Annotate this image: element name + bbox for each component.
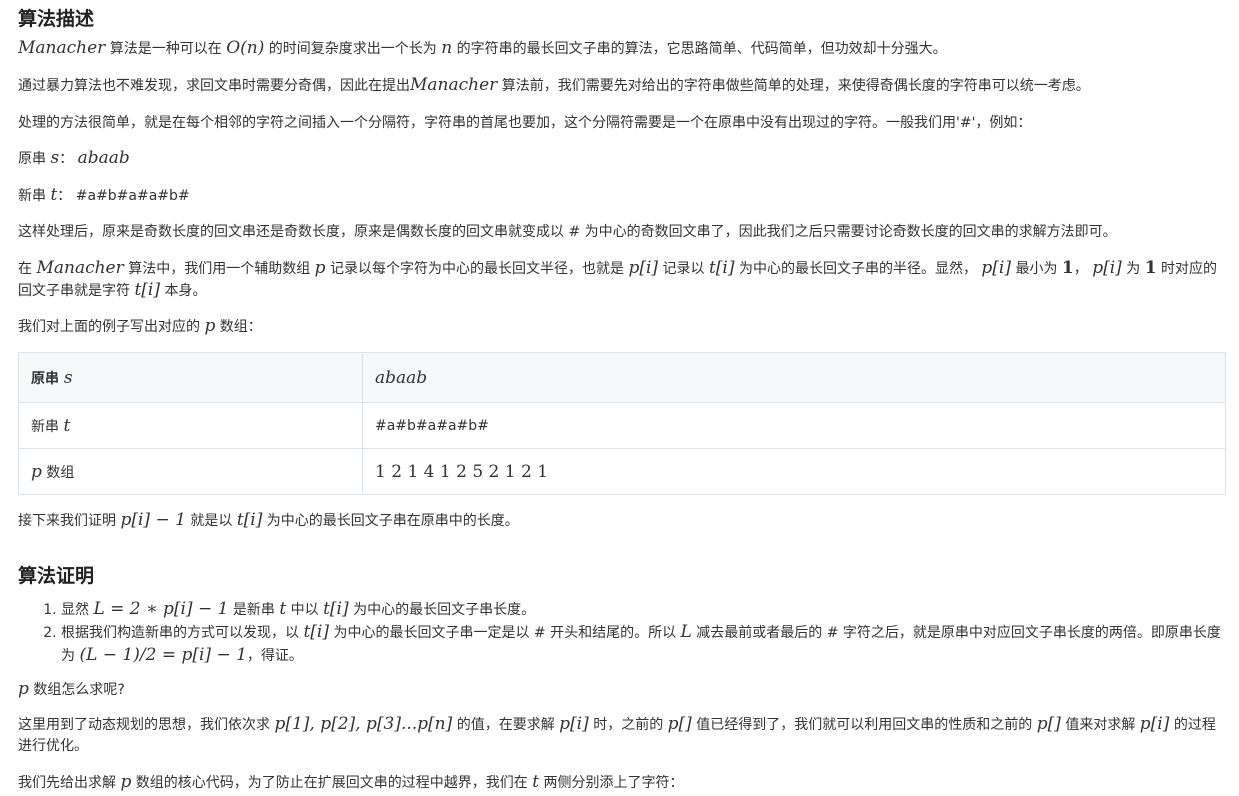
table-cell: p 数组 bbox=[18, 448, 363, 495]
table-cell: 原串 s bbox=[18, 352, 363, 403]
original-string-line: 原串 s： abaab bbox=[18, 148, 130, 168]
table-row: p 数组 1 2 1 4 1 2 5 2 1 2 1 bbox=[18, 448, 1226, 495]
odd-length-paragraph: 这样处理后，原来是奇数长度的回文串还是奇数长度，原来是偶数长度的回文串就变成以 … bbox=[18, 224, 1117, 240]
article: 算法描述 Manacher 算法是一种可以在 O(n) 的时间复杂度求出一个长为… bbox=[0, 0, 1239, 796]
table-row: 新串 t #a#b#a#a#b# bbox=[18, 402, 1226, 449]
table-row: 原串 s abaab bbox=[18, 352, 1226, 403]
how-to-compute-paragraph: p 数组怎么求呢? bbox=[18, 679, 125, 699]
table-cell: 新串 t bbox=[18, 402, 363, 449]
table-intro-paragraph: 我们对上面的例子写出对应的 p 数组： bbox=[18, 316, 262, 336]
table-cell: 1 2 1 4 1 2 5 2 1 2 1 bbox=[362, 448, 1226, 495]
intro-paragraph: Manacher 算法是一种可以在 O(n) 的时间复杂度求出一个长为 n 的字… bbox=[18, 38, 947, 58]
new-string-line: 新串 t： #a#b#a#a#b# bbox=[18, 185, 190, 205]
section-title-proof: 算法证明 bbox=[18, 565, 95, 587]
p-array-table: 原串 s abaab 新串 t #a#b#a#a#b# p 数组 1 2 1 4… bbox=[18, 352, 1226, 495]
dp-paragraph: 这里用到了动态规划的思想，我们依次求 p[1], p[2], p[3]...p[… bbox=[18, 714, 1216, 754]
separator-paragraph: 处理的方法很简单，就是在每个相邻的字符之间插入一个分隔符，字符串的首尾也要加，这… bbox=[18, 115, 1032, 131]
table-cell: #a#b#a#a#b# bbox=[362, 402, 1226, 449]
list-item: 根据我们构造新串的方式可以发现，以 t[i] 为中心的最长回文子串一定是以 # … bbox=[61, 621, 1231, 667]
list-item: 显然 L = 2 ∗ p[i] − 1 是新串 t 中以 t[i] 为中心的最长… bbox=[61, 598, 1231, 621]
section-title-algorithm: 算法描述 bbox=[18, 8, 95, 30]
table-cell: abaab bbox=[362, 352, 1226, 403]
radius-paragraph: 在 Manacher 算法中，我们用一个辅助数组 p 记录以每个字符为中心的最长… bbox=[18, 258, 1217, 300]
code-intro-paragraph: 我们先给出求解 p 数组的核心代码，为了防止在扩展回文串的过程中越界，我们在 t… bbox=[18, 772, 684, 792]
proof-intro-paragraph: 接下来我们证明 p[i] − 1 就是以 t[i] 为中心的最长回文子串在原串中… bbox=[18, 510, 519, 530]
proof-list: 显然 L = 2 ∗ p[i] − 1 是新串 t 中以 t[i] 为中心的最长… bbox=[18, 598, 1231, 667]
parity-paragraph: 通过暴力算法也不难发现，求回文串时需要分奇偶，因此在提出Manacher 算法前… bbox=[18, 75, 1090, 95]
